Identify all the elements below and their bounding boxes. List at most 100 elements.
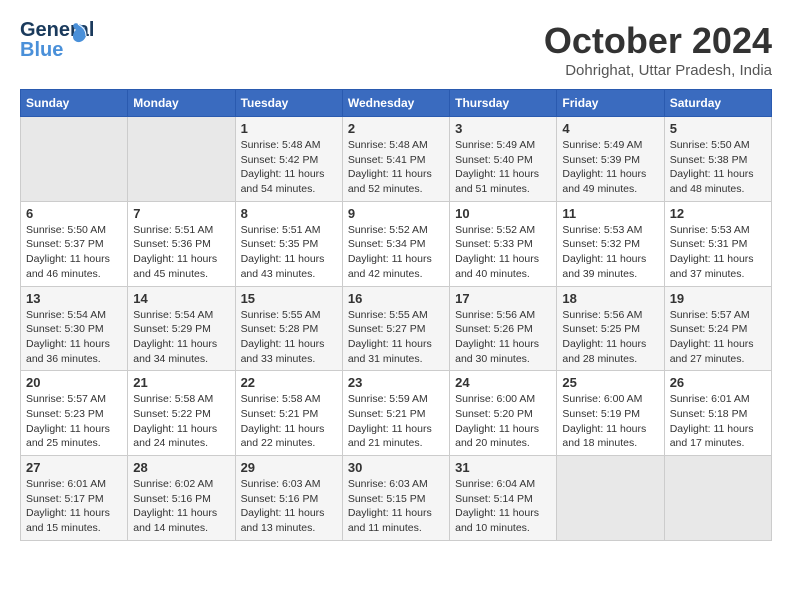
cell-info: Sunrise: 5:51 AM Sunset: 5:36 PM Dayligh… — [133, 223, 229, 282]
cell-info: Sunrise: 5:58 AM Sunset: 5:22 PM Dayligh… — [133, 392, 229, 451]
cell-info: Sunrise: 5:53 AM Sunset: 5:31 PM Dayligh… — [670, 223, 766, 282]
day-header-monday: Monday — [128, 90, 235, 117]
calendar-cell: 22 Sunrise: 5:58 AM Sunset: 5:21 PM Dayli… — [235, 371, 342, 456]
calendar-cell: 10 Sunrise: 5:52 AM Sunset: 5:33 PM Dayli… — [450, 201, 557, 286]
calendar-cell — [128, 117, 235, 202]
calendar-cell: 9Sunrise: 5:52 AM Sunset: 5:34 PM Daylig… — [342, 201, 449, 286]
cell-info: Sunrise: 5:48 AM Sunset: 5:42 PM Dayligh… — [241, 138, 337, 197]
day-number: 12 — [670, 206, 766, 221]
cell-info: Sunrise: 5:55 AM Sunset: 5:27 PM Dayligh… — [348, 308, 444, 367]
calendar-cell: 18 Sunrise: 5:56 AM Sunset: 5:25 PM Dayli… — [557, 286, 664, 371]
calendar-cell: 20 Sunrise: 5:57 AM Sunset: 5:23 PM Dayli… — [21, 371, 128, 456]
cell-info: Sunrise: 6:01 AM Sunset: 5:18 PM Dayligh… — [670, 392, 766, 451]
day-number: 18 — [562, 291, 658, 306]
calendar-cell: 26 Sunrise: 6:01 AM Sunset: 5:18 PM Dayli… — [664, 371, 771, 456]
day-header-sunday: Sunday — [21, 90, 128, 117]
cell-info: Sunrise: 5:58 AM Sunset: 5:21 PM Dayligh… — [241, 392, 337, 451]
calendar-week-row: 20 Sunrise: 5:57 AM Sunset: 5:23 PM Dayli… — [21, 371, 772, 456]
calendar-header-row: SundayMondayTuesdayWednesdayThursdayFrid… — [21, 90, 772, 117]
calendar-cell: 31 Sunrise: 6:04 AM Sunset: 5:14 PM Dayli… — [450, 456, 557, 541]
day-number: 29 — [241, 460, 337, 475]
logo: General Blue — [20, 20, 68, 60]
calendar-week-row: 6 Sunrise: 5:50 AM Sunset: 5:37 PM Daylig… — [21, 201, 772, 286]
calendar-cell: 25Sunrise: 6:00 AM Sunset: 5:19 PM Dayli… — [557, 371, 664, 456]
day-number: 13 — [26, 291, 122, 306]
day-number: 20 — [26, 375, 122, 390]
day-number: 4 — [562, 121, 658, 136]
day-number: 31 — [455, 460, 551, 475]
calendar-cell: 23Sunrise: 5:59 AM Sunset: 5:21 PM Dayli… — [342, 371, 449, 456]
page-header: General Blue October 2024 Dohrighat, Utt… — [20, 20, 772, 79]
day-number: 5 — [670, 121, 766, 136]
day-number: 9 — [348, 206, 444, 221]
calendar-cell — [21, 117, 128, 202]
cell-info: Sunrise: 5:57 AM Sunset: 5:23 PM Dayligh… — [26, 392, 122, 451]
calendar-cell: 13 Sunrise: 5:54 AM Sunset: 5:30 PM Dayli… — [21, 286, 128, 371]
cell-info: Sunrise: 6:01 AM Sunset: 5:17 PM Dayligh… — [26, 477, 122, 536]
calendar-cell: 3 Sunrise: 5:49 AM Sunset: 5:40 PM Daylig… — [450, 117, 557, 202]
day-number: 8 — [241, 206, 337, 221]
day-number: 10 — [455, 206, 551, 221]
calendar-cell: 24Sunrise: 6:00 AM Sunset: 5:20 PM Dayli… — [450, 371, 557, 456]
cell-info: Sunrise: 5:59 AM Sunset: 5:21 PM Dayligh… — [348, 392, 444, 451]
calendar-cell: 29Sunrise: 6:03 AM Sunset: 5:16 PM Dayli… — [235, 456, 342, 541]
cell-info: Sunrise: 6:00 AM Sunset: 5:19 PM Dayligh… — [562, 392, 658, 451]
calendar-cell: 12 Sunrise: 5:53 AM Sunset: 5:31 PM Dayli… — [664, 201, 771, 286]
day-number: 30 — [348, 460, 444, 475]
day-number: 14 — [133, 291, 229, 306]
day-number: 7 — [133, 206, 229, 221]
calendar-cell: 15 Sunrise: 5:55 AM Sunset: 5:28 PM Dayli… — [235, 286, 342, 371]
calendar-cell: 5 Sunrise: 5:50 AM Sunset: 5:38 PM Daylig… — [664, 117, 771, 202]
calendar-cell — [557, 456, 664, 541]
calendar-cell: 17Sunrise: 5:56 AM Sunset: 5:26 PM Dayli… — [450, 286, 557, 371]
cell-info: Sunrise: 6:02 AM Sunset: 5:16 PM Dayligh… — [133, 477, 229, 536]
cell-info: Sunrise: 5:52 AM Sunset: 5:33 PM Dayligh… — [455, 223, 551, 282]
calendar-cell: 4Sunrise: 5:49 AM Sunset: 5:39 PM Daylig… — [557, 117, 664, 202]
calendar-cell: 27 Sunrise: 6:01 AM Sunset: 5:17 PM Dayli… — [21, 456, 128, 541]
cell-info: Sunrise: 5:56 AM Sunset: 5:25 PM Dayligh… — [562, 308, 658, 367]
cell-info: Sunrise: 6:04 AM Sunset: 5:14 PM Dayligh… — [455, 477, 551, 536]
day-number: 28 — [133, 460, 229, 475]
calendar-cell: 2Sunrise: 5:48 AM Sunset: 5:41 PM Daylig… — [342, 117, 449, 202]
day-number: 22 — [241, 375, 337, 390]
cell-info: Sunrise: 5:51 AM Sunset: 5:35 PM Dayligh… — [241, 223, 337, 282]
day-header-saturday: Saturday — [664, 90, 771, 117]
calendar-cell: 14 Sunrise: 5:54 AM Sunset: 5:29 PM Dayli… — [128, 286, 235, 371]
calendar-week-row: 1Sunrise: 5:48 AM Sunset: 5:42 PM Daylig… — [21, 117, 772, 202]
calendar-cell: 11Sunrise: 5:53 AM Sunset: 5:32 PM Dayli… — [557, 201, 664, 286]
calendar-cell: 1Sunrise: 5:48 AM Sunset: 5:42 PM Daylig… — [235, 117, 342, 202]
cell-info: Sunrise: 5:54 AM Sunset: 5:29 PM Dayligh… — [133, 308, 229, 367]
cell-info: Sunrise: 5:49 AM Sunset: 5:40 PM Dayligh… — [455, 138, 551, 197]
calendar-cell: 8 Sunrise: 5:51 AM Sunset: 5:35 PM Daylig… — [235, 201, 342, 286]
cell-info: Sunrise: 5:50 AM Sunset: 5:38 PM Dayligh… — [670, 138, 766, 197]
location-subtitle: Dohrighat, Uttar Pradesh, India — [544, 62, 772, 79]
calendar-cell: 7 Sunrise: 5:51 AM Sunset: 5:36 PM Daylig… — [128, 201, 235, 286]
day-number: 17 — [455, 291, 551, 306]
cell-info: Sunrise: 5:57 AM Sunset: 5:24 PM Dayligh… — [670, 308, 766, 367]
day-number: 3 — [455, 121, 551, 136]
cell-info: Sunrise: 5:53 AM Sunset: 5:32 PM Dayligh… — [562, 223, 658, 282]
calendar-cell: 30 Sunrise: 6:03 AM Sunset: 5:15 PM Dayli… — [342, 456, 449, 541]
calendar-cell: 21 Sunrise: 5:58 AM Sunset: 5:22 PM Dayli… — [128, 371, 235, 456]
day-header-tuesday: Tuesday — [235, 90, 342, 117]
day-number: 26 — [670, 375, 766, 390]
day-header-thursday: Thursday — [450, 90, 557, 117]
day-header-friday: Friday — [557, 90, 664, 117]
day-number: 27 — [26, 460, 122, 475]
calendar-table: SundayMondayTuesdayWednesdayThursdayFrid… — [20, 89, 772, 541]
day-number: 6 — [26, 206, 122, 221]
day-number: 21 — [133, 375, 229, 390]
title-block: October 2024 Dohrighat, Uttar Pradesh, I… — [544, 20, 772, 79]
day-header-wednesday: Wednesday — [342, 90, 449, 117]
cell-info: Sunrise: 5:54 AM Sunset: 5:30 PM Dayligh… — [26, 308, 122, 367]
cell-info: Sunrise: 6:03 AM Sunset: 5:15 PM Dayligh… — [348, 477, 444, 536]
cell-info: Sunrise: 5:50 AM Sunset: 5:37 PM Dayligh… — [26, 223, 122, 282]
day-number: 16 — [348, 291, 444, 306]
day-number: 15 — [241, 291, 337, 306]
calendar-body: 1Sunrise: 5:48 AM Sunset: 5:42 PM Daylig… — [21, 117, 772, 541]
calendar-cell: 6 Sunrise: 5:50 AM Sunset: 5:37 PM Daylig… — [21, 201, 128, 286]
calendar-week-row: 13 Sunrise: 5:54 AM Sunset: 5:30 PM Dayli… — [21, 286, 772, 371]
calendar-cell — [664, 456, 771, 541]
cell-info: Sunrise: 5:55 AM Sunset: 5:28 PM Dayligh… — [241, 308, 337, 367]
day-number: 2 — [348, 121, 444, 136]
